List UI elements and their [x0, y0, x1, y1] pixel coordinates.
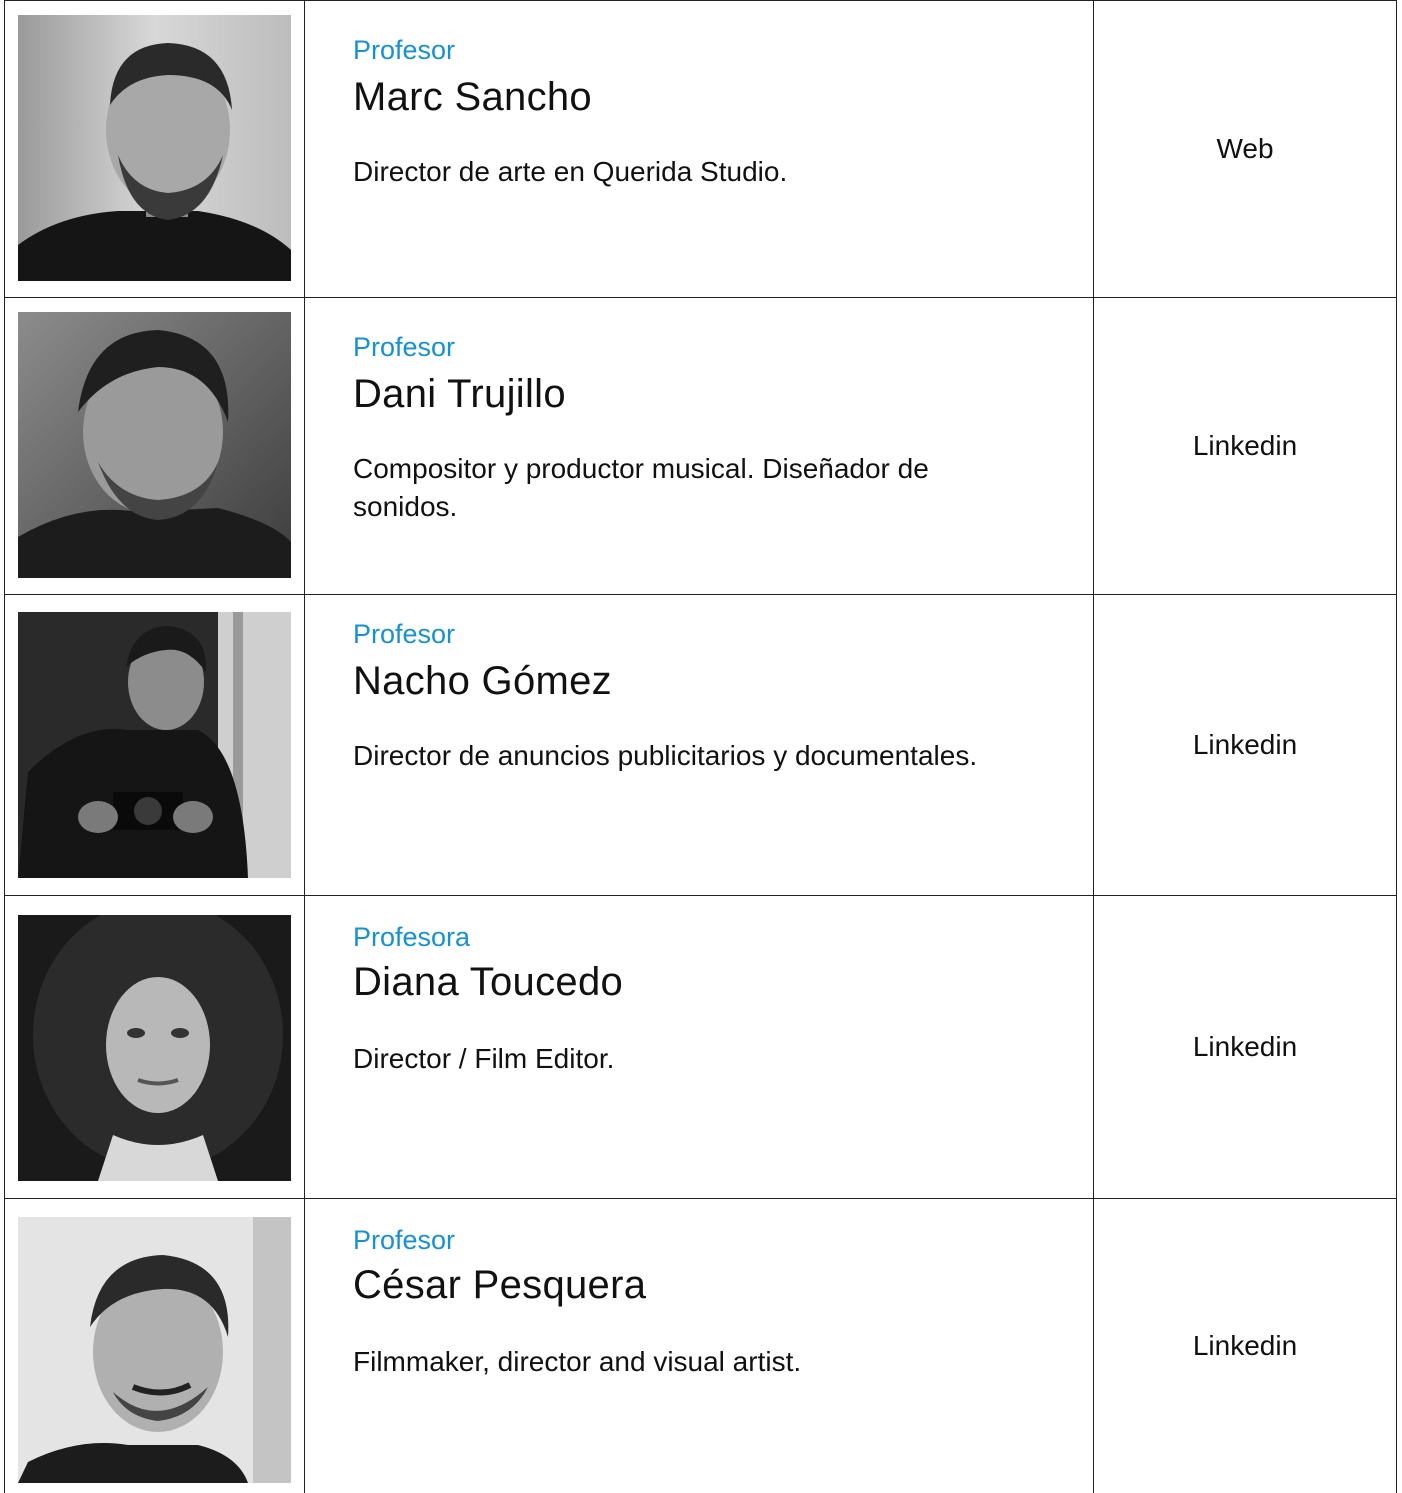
- photo-cell: [5, 595, 305, 895]
- profile-photo: [18, 15, 291, 281]
- info-cell: Profesor Nacho Gómez Director de anuncio…: [305, 595, 1094, 895]
- web-link[interactable]: Web: [1094, 1, 1396, 297]
- faculty-list: Profesor Marc Sancho Director de arte en…: [4, 0, 1397, 1493]
- faculty-name: Dani Trujillo: [353, 372, 566, 416]
- faculty-name: Diana Toucedo: [353, 960, 624, 1004]
- linkedin-link[interactable]: Linkedin: [1094, 896, 1396, 1198]
- faculty-role: Profesor: [353, 619, 456, 649]
- linkedin-link[interactable]: Linkedin: [1094, 1199, 1396, 1493]
- faculty-bio: Director de arte en Querida Studio.: [353, 156, 788, 187]
- link-cell: Linkedin: [1094, 298, 1396, 594]
- faculty-row: Profesor Marc Sancho Director de arte en…: [5, 0, 1396, 297]
- link-cell: Linkedin: [1094, 896, 1396, 1198]
- link-cell: Linkedin: [1094, 1199, 1396, 1493]
- faculty-bio: Filmmaker, director and visual artist.: [353, 1346, 802, 1377]
- linkedin-link[interactable]: Linkedin: [1094, 298, 1396, 594]
- faculty-bio: Director de anuncios publicitarios y doc…: [353, 740, 978, 771]
- profile-photo: [18, 915, 291, 1181]
- link-cell: Linkedin: [1094, 595, 1396, 895]
- faculty-name: César Pesquera: [353, 1263, 647, 1307]
- info-cell: Profesora Diana Toucedo Director / Film …: [305, 896, 1094, 1198]
- photo-cell: [5, 298, 305, 594]
- faculty-bio: Compositor y productor musical. Diseñado…: [353, 453, 929, 522]
- info-cell: Profesor Marc Sancho Director de arte en…: [305, 1, 1094, 297]
- photo-cell: [5, 896, 305, 1198]
- faculty-role: Profesora: [353, 922, 471, 952]
- faculty-row: Profesora Diana Toucedo Director / Film …: [5, 895, 1396, 1198]
- profile-photo: [18, 612, 291, 878]
- faculty-role: Profesor: [353, 1225, 456, 1255]
- faculty-row: Profesor César Pesquera Filmmaker, direc…: [5, 1198, 1396, 1493]
- profile-photo: [18, 312, 291, 578]
- faculty-role: Profesor: [353, 35, 456, 65]
- faculty-bio: Director / Film Editor.: [353, 1043, 615, 1074]
- faculty-row: Profesor Nacho Gómez Director de anuncio…: [5, 594, 1396, 895]
- linkedin-link[interactable]: Linkedin: [1094, 595, 1396, 895]
- photo-cell: [5, 1199, 305, 1493]
- faculty-row: Profesor Dani Trujillo Compositor y prod…: [5, 297, 1396, 594]
- faculty-role: Profesor: [353, 332, 456, 362]
- info-cell: Profesor César Pesquera Filmmaker, direc…: [305, 1199, 1094, 1493]
- link-cell: Web: [1094, 1, 1396, 297]
- profile-photo: [18, 1217, 291, 1483]
- photo-cell: [5, 1, 305, 297]
- faculty-name: Marc Sancho: [353, 75, 592, 119]
- info-cell: Profesor Dani Trujillo Compositor y prod…: [305, 298, 1094, 594]
- faculty-name: Nacho Gómez: [353, 659, 612, 703]
